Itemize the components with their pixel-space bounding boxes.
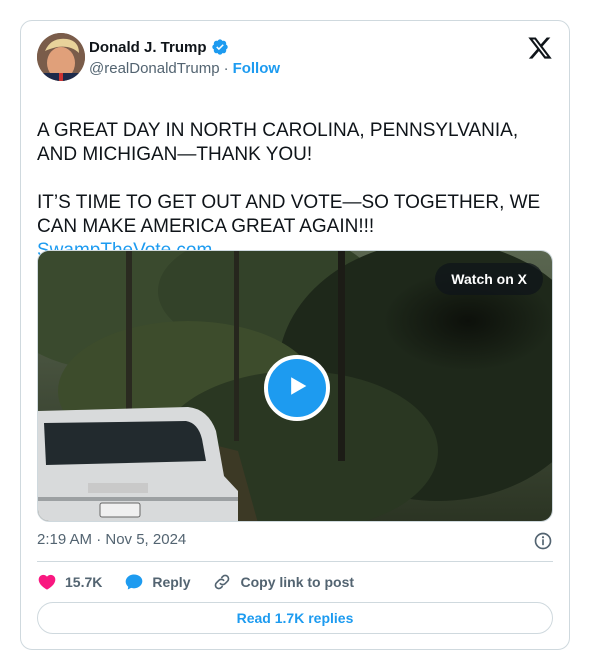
timestamp[interactable]: 2:19 AM · Nov 5, 2024 [37,531,186,548]
x-logo-icon[interactable] [527,35,553,61]
tweet-text: A GREAT DAY IN NORTH CAROLINA, PENNSYLVA… [37,120,541,237]
play-button[interactable] [264,355,330,421]
watch-on-x-button[interactable]: Watch on X [435,263,543,295]
read-replies-button[interactable]: Read 1.7K replies [37,602,553,634]
tweet-header: Donald J. Trump @realDonaldTrump · Follo… [37,33,553,83]
copy-link-button[interactable]: Copy link to post [212,572,354,592]
separator-dot: · [223,60,229,77]
reply-label: Reply [152,574,191,590]
link-icon [212,572,232,592]
follow-button[interactable]: Follow [233,60,281,77]
verified-badge-icon [211,38,229,56]
reply-bubble-icon [124,572,144,592]
avatar[interactable] [37,33,85,81]
video-media[interactable]: Watch on X [37,250,553,522]
author-handle[interactable]: @realDonaldTrump [89,60,220,77]
heart-icon [37,572,57,592]
author-handle-row: @realDonaldTrump · Follow [89,60,280,77]
reply-button[interactable]: Reply [124,572,190,592]
info-icon[interactable] [533,531,553,551]
tweet-meta: 2:19 AM · Nov 5, 2024 [37,531,553,551]
copy-link-label: Copy link to post [240,574,355,590]
like-button[interactable]: 15.7K [37,572,102,592]
play-icon [283,372,311,405]
like-count: 15.7K [65,574,103,590]
divider [37,561,553,562]
embedded-tweet-card: Donald J. Trump @realDonaldTrump · Follo… [20,20,570,650]
author-name-row: Donald J. Trump [89,38,229,56]
author-name[interactable]: Donald J. Trump [89,39,207,56]
action-bar: 15.7K Reply Copy link to post [37,571,376,593]
